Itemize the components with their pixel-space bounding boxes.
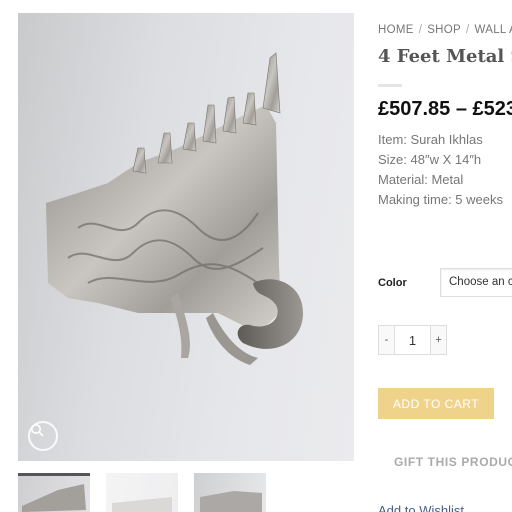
product-main-image[interactable] — [18, 13, 354, 461]
title-divider — [378, 84, 402, 87]
color-label: Color — [378, 277, 407, 289]
attribute-material: Material: Metal — [378, 172, 464, 187]
quantity-input[interactable]: 1 — [395, 325, 430, 355]
product-summary: HOME/SHOP/WALL AR 4 Feet Metal Su £507.8… — [378, 0, 512, 512]
thumbnail-3[interactable] — [194, 473, 266, 512]
thumbnail-gallery — [18, 473, 278, 512]
quantity-stepper: - 1 + — [378, 325, 447, 355]
zoom-in-icon[interactable] — [28, 421, 58, 451]
attribute-size: Size: 48″w X 14″h — [378, 152, 482, 167]
add-to-cart-button[interactable]: ADD TO CART — [378, 388, 494, 419]
product-attributes: Item: Surah Ikhlas Size: 48″w X 14″h Mat… — [378, 130, 503, 210]
quantity-plus-button[interactable]: + — [430, 325, 447, 355]
thumbnail-2[interactable] — [106, 473, 178, 512]
breadcrumb-shop[interactable]: SHOP — [427, 24, 461, 36]
quantity-minus-button[interactable]: - — [378, 325, 395, 355]
color-select[interactable]: Choose an c — [440, 268, 512, 297]
metal-calligraphy-artwork — [46, 52, 303, 365]
product-price: £507.85 – £523 — [378, 98, 512, 120]
thumbnail-1[interactable] — [18, 473, 90, 512]
breadcrumb: HOME/SHOP/WALL AR — [378, 24, 512, 36]
breadcrumb-category[interactable]: WALL AR — [475, 24, 512, 36]
product-title: 4 Feet Metal Su — [378, 46, 512, 67]
add-to-wishlist-link[interactable]: Add to Wishlist — [378, 503, 464, 512]
gift-product-button[interactable]: GIFT THIS PRODUCT — [394, 455, 512, 469]
attribute-item: Item: Surah Ikhlas — [378, 132, 483, 147]
attribute-making-time: Making time: 5 weeks — [378, 192, 503, 207]
breadcrumb-home[interactable]: HOME — [378, 24, 414, 36]
